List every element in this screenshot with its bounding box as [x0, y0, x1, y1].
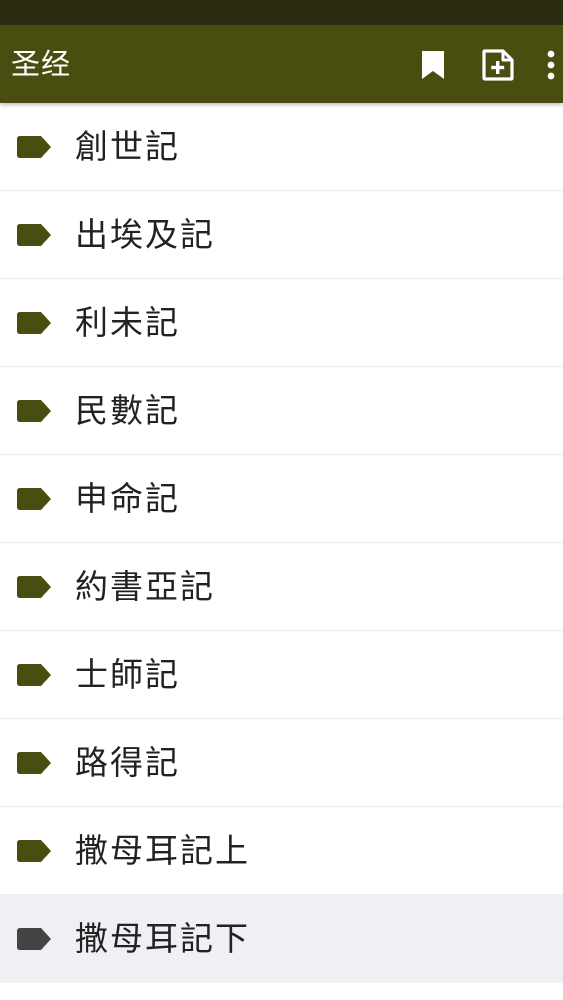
- tag-icon: [17, 136, 51, 158]
- tag-icon: [17, 400, 51, 422]
- more-options-button[interactable]: [538, 45, 563, 85]
- book-item-exodus[interactable]: 出埃及記: [0, 191, 563, 279]
- book-label: 士師記: [75, 655, 180, 694]
- book-item-joshua[interactable]: 約書亞記: [0, 543, 563, 631]
- book-label: 約書亞記: [75, 567, 215, 606]
- status-bar: [0, 0, 563, 25]
- tag-icon: [17, 312, 51, 334]
- book-item-2-samuel[interactable]: 撒母耳記下: [0, 895, 563, 983]
- book-item-numbers[interactable]: 民數記: [0, 367, 563, 455]
- book-label: 撒母耳記下: [75, 919, 250, 958]
- book-label: 民數記: [75, 391, 180, 430]
- book-label: 申命記: [75, 479, 180, 518]
- book-item-judges[interactable]: 士師記: [0, 631, 563, 719]
- tag-icon: [17, 224, 51, 246]
- tag-icon: [17, 928, 51, 950]
- tag-icon: [17, 576, 51, 598]
- book-item-deuteronomy[interactable]: 申命記: [0, 455, 563, 543]
- bookmark-icon: [422, 51, 444, 79]
- book-label: 出埃及記: [75, 215, 215, 254]
- tag-icon: [17, 752, 51, 774]
- tag-icon: [17, 488, 51, 510]
- book-item-genesis[interactable]: 創世記: [0, 103, 563, 191]
- book-label: 撒母耳記上: [75, 831, 250, 870]
- book-list: 創世記 出埃及記 利未記 民數記 申命記 約書亞記 士師記 路得記 撒母耳記上 …: [0, 103, 563, 983]
- add-note-button[interactable]: [478, 45, 518, 85]
- app-bar: 圣经: [0, 25, 563, 103]
- book-item-leviticus[interactable]: 利未記: [0, 279, 563, 367]
- bookmark-button[interactable]: [413, 45, 453, 85]
- book-item-ruth[interactable]: 路得記: [0, 719, 563, 807]
- book-label: 利未記: [75, 303, 180, 342]
- tag-icon: [17, 664, 51, 686]
- note-add-icon: [482, 49, 514, 81]
- app-title: 圣经: [11, 47, 72, 81]
- book-item-1-samuel[interactable]: 撒母耳記上: [0, 807, 563, 895]
- tag-icon: [17, 840, 51, 862]
- book-label: 創世記: [75, 127, 180, 166]
- more-vert-icon: [547, 50, 555, 80]
- book-label: 路得記: [75, 743, 180, 782]
